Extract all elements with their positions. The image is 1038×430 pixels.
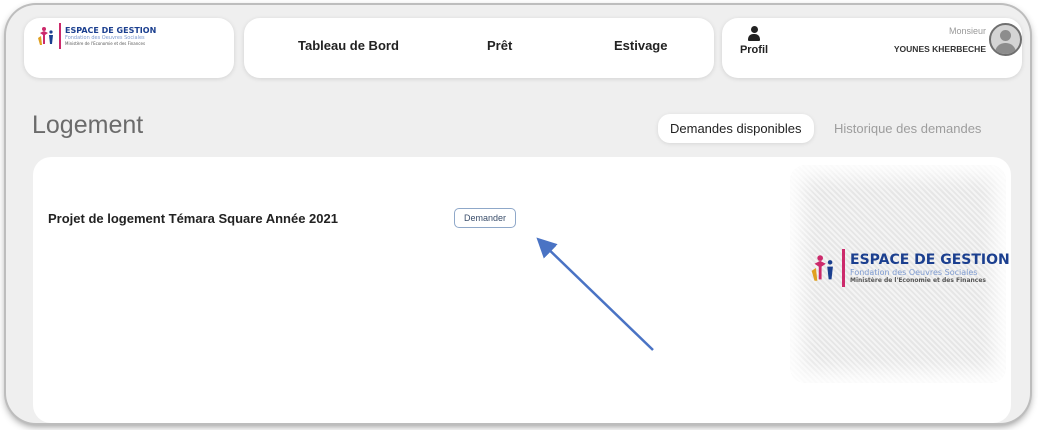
app-window: ESPACE DE GESTION Fondation des Oeuvres … — [6, 5, 1030, 423]
annotation-arrow-icon — [536, 237, 654, 351]
